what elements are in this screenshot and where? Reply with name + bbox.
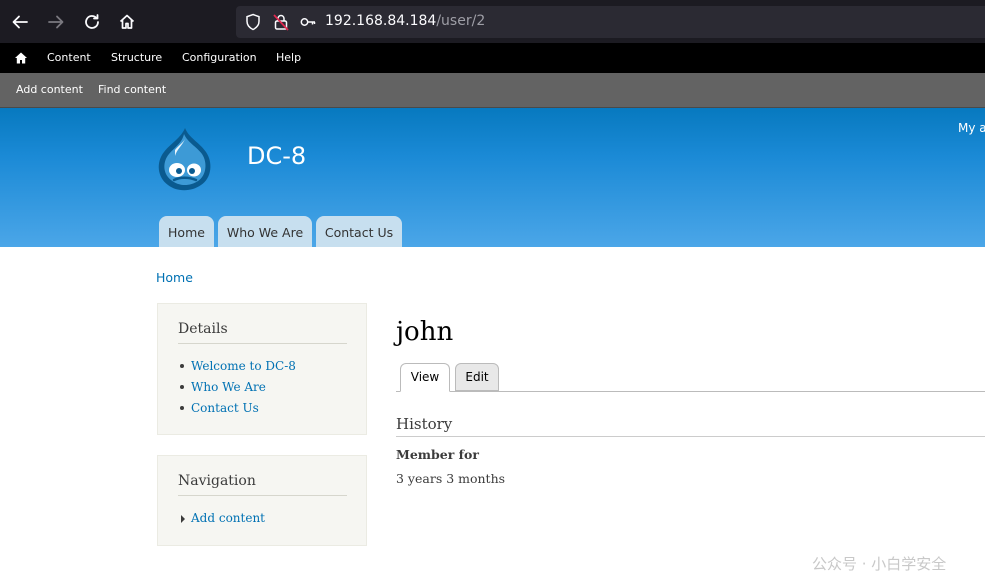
site-name[interactable]: DC-8 <box>247 142 306 170</box>
site-header: DC-8 My a Home Who We Are Contact Us <box>0 108 985 247</box>
admin-menu-structure[interactable]: Structure <box>111 51 162 64</box>
url-text: 192.168.84.184/user/2 <box>325 13 485 29</box>
insecure-lock-icon[interactable] <box>272 13 290 31</box>
admin-menu-help[interactable]: Help <box>276 51 301 64</box>
url-path: /user/2 <box>436 13 486 29</box>
url-host: 192.168.84.184 <box>325 13 437 29</box>
list-bullet <box>180 385 184 389</box>
navigation-block: Navigation Add content <box>157 455 367 546</box>
reload-icon <box>85 14 99 29</box>
main-nav-who-we-are[interactable]: Who We Are <box>218 216 312 247</box>
admin-toolbar: Content Structure Configuration Help <box>0 43 985 73</box>
forward-button[interactable] <box>43 9 69 35</box>
details-block: Details Welcome to DC-8 Who We Are Conta… <box>157 303 367 435</box>
list-bullet <box>180 364 184 368</box>
breadcrumb-home[interactable]: Home <box>156 270 193 285</box>
browser-toolbar: 192.168.84.184/user/2 <box>0 0 985 43</box>
tab-view[interactable]: View <box>400 363 450 392</box>
details-link-welcome[interactable]: Welcome to DC-8 <box>191 359 296 373</box>
shortcut-bar: Add content Find content <box>0 73 985 108</box>
home-icon <box>119 14 135 29</box>
page-title: john <box>396 317 454 347</box>
watermark: 公众号 · 小白学安全 <box>812 555 947 573</box>
admin-home-icon[interactable] <box>14 51 28 65</box>
admin-menu-configuration[interactable]: Configuration <box>182 51 257 64</box>
history-divider <box>396 436 985 437</box>
shield-icon[interactable] <box>244 13 262 31</box>
home-button[interactable] <box>114 9 140 35</box>
my-account-link[interactable]: My a <box>958 121 985 135</box>
navigation-divider <box>178 495 347 496</box>
details-link-who-we-are[interactable]: Who We Are <box>191 380 266 394</box>
navigation-link-add-content[interactable]: Add content <box>191 511 265 525</box>
main-nav-home[interactable]: Home <box>159 216 214 247</box>
navigation-block-title: Navigation <box>178 473 256 489</box>
member-for-value: 3 years 3 months <box>396 471 506 486</box>
key-icon[interactable] <box>299 13 317 31</box>
admin-menu-content[interactable]: Content <box>47 51 91 64</box>
shortcut-add-content[interactable]: Add content <box>16 83 83 96</box>
drupal-logo[interactable] <box>155 126 215 192</box>
tab-edit[interactable]: Edit <box>455 363 499 391</box>
forward-arrow-icon <box>48 15 64 29</box>
collapsed-triangle-icon <box>181 515 185 523</box>
details-divider <box>178 343 347 344</box>
reload-button[interactable] <box>79 9 105 35</box>
shortcut-find-content[interactable]: Find content <box>98 83 166 96</box>
history-heading: History <box>396 415 453 433</box>
back-button[interactable] <box>7 9 33 35</box>
tabs-divider <box>396 391 985 392</box>
back-arrow-icon <box>12 15 28 29</box>
member-for-label: Member for <box>396 447 479 462</box>
main-nav-contact-us[interactable]: Contact Us <box>316 216 402 247</box>
details-link-contact-us[interactable]: Contact Us <box>191 401 259 415</box>
list-bullet <box>180 406 184 410</box>
address-bar[interactable]: 192.168.84.184/user/2 <box>236 6 985 38</box>
details-block-title: Details <box>178 321 228 337</box>
